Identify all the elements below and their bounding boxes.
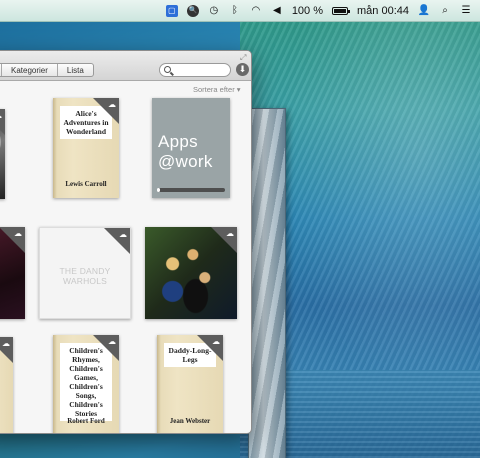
icloud-download-icon[interactable]: ☁: [2, 340, 10, 348]
sort-menu[interactable]: Sortera efter ▾: [193, 85, 241, 94]
download-progress-fill: [157, 188, 161, 192]
downloads-icon[interactable]: ⬇: [236, 63, 249, 76]
background-window[interactable]: [248, 108, 286, 458]
app-title-line2: @work: [158, 152, 213, 171]
search-icon: [164, 66, 171, 73]
library-window: Kategorier Lista ⬇ ⤢ Sortera efter ▾ ☁ A…: [0, 50, 252, 434]
album-band-photo[interactable]: ☁: [145, 227, 237, 319]
icloud-download-icon[interactable]: ☁: [108, 338, 116, 346]
download-progress: [157, 188, 225, 192]
menubar-clock[interactable]: mån 00:44: [357, 5, 409, 17]
notification-center-icon[interactable]: ☰: [460, 5, 472, 17]
icloud-download-icon[interactable]: ☁: [226, 230, 234, 238]
icloud-download-icon[interactable]: ☁: [212, 338, 220, 346]
icloud-download-icon[interactable]: ☁: [0, 112, 2, 120]
mystery-square-icon[interactable]: ▢: [165, 4, 178, 17]
book-childrens-rhymes[interactable]: Children's Rhymes, Children's Games, Chi…: [53, 335, 119, 433]
bluetooth-icon[interactable]: ᛒ: [229, 5, 241, 17]
book-daddy-long-legs[interactable]: Daddy-Long-Legs Jean Webster ☁: [157, 335, 223, 433]
book-author: Lewis Carroll: [65, 180, 107, 188]
spotlight-badge-icon[interactable]: 🔍: [186, 4, 199, 17]
battery-fill: [334, 8, 347, 13]
battery-icon[interactable]: [332, 6, 351, 15]
spotlight-search-icon[interactable]: ⌕: [439, 5, 451, 17]
album-title: THE DANDY WARHOLS: [59, 266, 111, 286]
user-icon[interactable]: 👤: [418, 5, 430, 17]
fullscreen-icon[interactable]: ⤢: [240, 53, 249, 62]
book-author: Robert Ford: [67, 417, 105, 425]
tab-lista[interactable]: Lista: [58, 64, 93, 76]
book-alice[interactable]: Alice's Adventures in Wonderland Lewis C…: [53, 98, 119, 198]
tab-kategorier[interactable]: Kategorier: [2, 64, 58, 76]
volume-icon[interactable]: ◀: [271, 5, 283, 17]
album-partial-left[interactable]: Y vs ☁: [0, 227, 25, 319]
wifi-icon[interactable]: ◠: [250, 5, 262, 17]
icloud-download-icon[interactable]: ☁: [119, 231, 127, 239]
search-field[interactable]: [159, 63, 231, 77]
book-partial-left[interactable]: ☁: [0, 337, 13, 433]
app-title-line1: Apps: [158, 132, 198, 151]
app-appswork[interactable]: Apps @work: [152, 98, 230, 198]
book-author: Jean Webster: [169, 417, 211, 425]
icloud-download-icon[interactable]: ☁: [14, 230, 22, 238]
album-dandy-warhols[interactable]: THE DANDY WARHOLS ☁: [39, 227, 131, 319]
view-segmented-control: Kategorier Lista: [0, 63, 94, 77]
battery-percent[interactable]: 100 %: [292, 5, 323, 17]
menu-bar: ▢ 🔍 ◷ ᛒ ◠ ◀ 100 % mån 00:44 👤 ⌕ ☰: [0, 0, 480, 22]
media-item-partial-left[interactable]: ☁: [0, 109, 5, 199]
icloud-download-icon[interactable]: ☁: [108, 101, 116, 109]
time-machine-icon[interactable]: ◷: [208, 5, 220, 17]
window-toolbar: Kategorier Lista ⬇ ⤢: [0, 51, 251, 81]
